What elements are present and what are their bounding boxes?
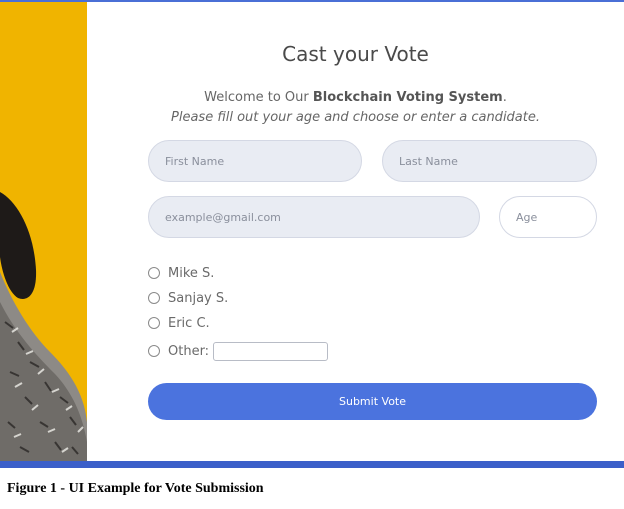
system-name: Blockchain Voting System [312, 90, 503, 105]
candidate-option[interactable]: Mike S. [148, 265, 214, 281]
welcome-prefix: Welcome to Our [204, 90, 313, 105]
dog-photo-image [0, 2, 87, 461]
radio-button[interactable] [148, 317, 160, 329]
candidate-label: Sanjay S. [168, 290, 229, 306]
radio-button[interactable] [148, 345, 160, 357]
age-input[interactable] [499, 196, 597, 238]
first-name-input[interactable] [148, 140, 362, 182]
last-name-input[interactable] [382, 140, 597, 182]
welcome-text: Welcome to Our Blockchain Voting System. [87, 90, 624, 105]
other-option[interactable]: Other: [148, 341, 329, 361]
other-candidate-input[interactable] [213, 341, 329, 361]
candidate-label: Mike S. [168, 265, 215, 281]
candidate-label: Eric C. [168, 315, 210, 331]
radio-button[interactable] [148, 292, 160, 304]
welcome-suffix: . [502, 90, 507, 105]
email-input[interactable] [148, 196, 480, 238]
instructions-text: Please fill out your age and choose or e… [171, 110, 540, 125]
submit-vote-button[interactable]: Submit Vote [148, 383, 597, 420]
vote-form: Cast your Vote Welcome to Our Blockchain… [87, 2, 624, 461]
bottom-border [0, 461, 624, 468]
figure-caption: Figure 1 - UI Example for Vote Submissio… [7, 481, 264, 496]
radio-button[interactable] [148, 267, 160, 279]
side-panel [0, 2, 87, 461]
other-label: Other: [168, 343, 210, 359]
candidate-option[interactable]: Eric C. [148, 315, 210, 331]
form-title: Cast your Vote [282, 42, 429, 66]
candidate-option[interactable]: Sanjay S. [148, 290, 228, 306]
